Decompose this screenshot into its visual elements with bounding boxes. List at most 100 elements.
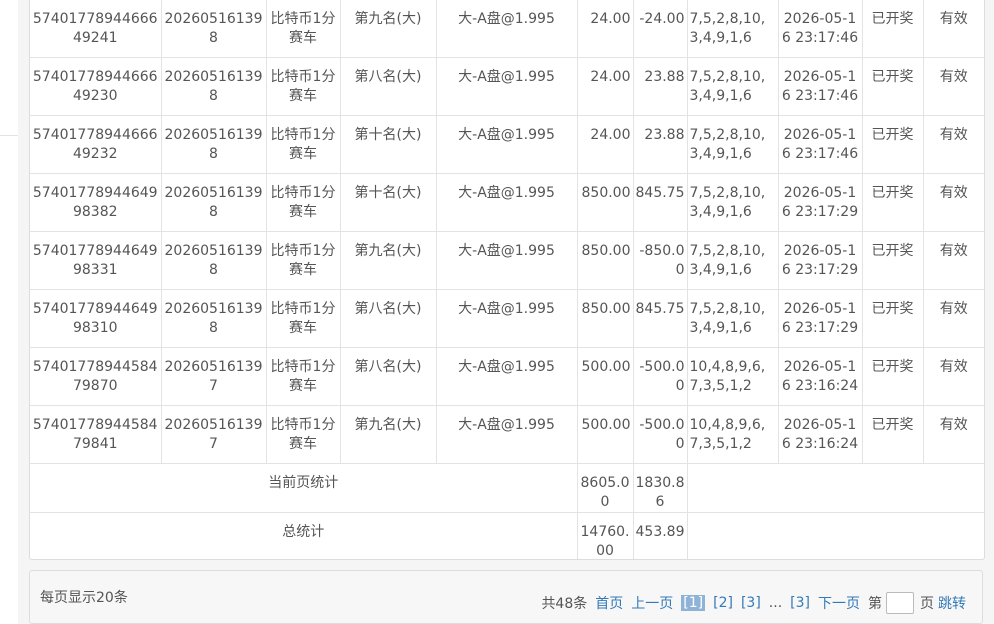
play-cell: 大-A盘@1.995 bbox=[436, 405, 578, 464]
page-summary-row: 当前页统计 8605.00 1830.86 bbox=[30, 463, 984, 513]
amount-cell: 24.00 bbox=[577, 115, 634, 174]
total-summary-win: 453.89 bbox=[633, 512, 688, 559]
status-cell: 已开奖 bbox=[862, 347, 924, 406]
page-link[interactable]: [3] bbox=[790, 595, 810, 611]
order-number-cell: 5740177894464998310 bbox=[30, 289, 162, 348]
bet-time-cell: 2026-05-16 23:17:46 bbox=[778, 0, 863, 58]
goto-prefix: 第 bbox=[868, 596, 882, 612]
position-cell: 第十名(大) bbox=[340, 173, 437, 232]
first-page-link[interactable]: 首页 bbox=[595, 593, 623, 613]
bet-time-cell: 2026-05-16 23:17:46 bbox=[778, 115, 863, 174]
table-row: 5740177894466649232 202605161398 比特币1分赛车 第十… bbox=[30, 115, 984, 174]
order-number-cell: 5740177894466649241 bbox=[30, 0, 162, 58]
validity-cell: 有效 bbox=[923, 0, 984, 58]
issue-cell: 202605161398 bbox=[161, 173, 267, 232]
jump-button[interactable]: 跳转 bbox=[938, 593, 966, 613]
order-number-cell: 5740177894458479870 bbox=[30, 347, 162, 406]
lottery-cell: 比特币1分赛车 bbox=[266, 405, 341, 464]
bet-time-cell: 2026-05-16 23:16:24 bbox=[778, 405, 863, 464]
position-cell: 第十名(大) bbox=[340, 115, 437, 174]
win-amount-cell: -850.00 bbox=[633, 231, 688, 290]
result-cell: 7,5,2,8,10,3,4,9,1,6 bbox=[687, 173, 779, 232]
table-row: 5740177894466649230 202605161398 比特币1分赛车 第八… bbox=[30, 57, 984, 116]
amount-cell: 24.00 bbox=[577, 0, 634, 58]
status-cell: 已开奖 bbox=[862, 115, 924, 174]
result-cell: 7,5,2,8,10,3,4,9,1,6 bbox=[687, 0, 779, 58]
order-number-cell: 5740177894458479841 bbox=[30, 405, 162, 464]
validity-cell: 有效 bbox=[923, 405, 984, 464]
pagination-bar: 每页显示20条 共48条 首页 上一页 [1] [2] [3]... [3] 下一页 … bbox=[29, 570, 983, 624]
bet-time-cell: 2026-05-16 23:17:46 bbox=[778, 57, 863, 116]
position-cell: 第八名(大) bbox=[340, 289, 437, 348]
validity-cell: 有效 bbox=[923, 347, 984, 406]
win-amount-cell: 23.88 bbox=[633, 57, 688, 116]
win-amount-cell: -24.00 bbox=[633, 0, 688, 58]
table-row: 5740177894458479841 202605161397 比特币1分赛车 第九… bbox=[30, 405, 984, 464]
position-cell: 第九名(大) bbox=[340, 0, 437, 58]
goto-suffix: 页 bbox=[920, 596, 934, 612]
position-cell: 第八名(大) bbox=[340, 347, 437, 406]
table-body: 5740177894466649241 202605161398 比特币1分赛车 第九… bbox=[30, 0, 984, 464]
win-amount-cell: 845.75 bbox=[633, 173, 688, 232]
bet-time-cell: 2026-05-16 23:17:29 bbox=[778, 289, 863, 348]
issue-cell: 202605161397 bbox=[161, 347, 267, 406]
result-cell: 10,4,8,9,6,7,3,5,1,2 bbox=[687, 347, 779, 406]
page-summary-label: 当前页统计 bbox=[30, 463, 578, 513]
sidebar-divider bbox=[0, 135, 18, 136]
issue-cell: 202605161398 bbox=[161, 231, 267, 290]
table-row: 5740177894458479870 202605161397 比特币1分赛车 第八… bbox=[30, 347, 984, 406]
bet-time-cell: 2026-05-16 23:16:24 bbox=[778, 347, 863, 406]
order-number-cell: 5740177894464998331 bbox=[30, 231, 162, 290]
order-number-cell: 5740177894464998382 bbox=[30, 173, 162, 232]
lottery-cell: 比特币1分赛车 bbox=[266, 115, 341, 174]
result-cell: 7,5,2,8,10,3,4,9,1,6 bbox=[687, 231, 779, 290]
page-summary-empty bbox=[687, 463, 984, 513]
win-amount-cell: -500.00 bbox=[633, 347, 688, 406]
goto-page-input[interactable] bbox=[886, 592, 914, 614]
issue-cell: 202605161398 bbox=[161, 289, 267, 348]
issue-cell: 202605161398 bbox=[161, 57, 267, 116]
lottery-cell: 比特币1分赛车 bbox=[266, 347, 341, 406]
next-page-link[interactable]: 下一页 bbox=[818, 593, 860, 613]
play-cell: 大-A盘@1.995 bbox=[436, 347, 578, 406]
win-amount-cell: 845.75 bbox=[633, 289, 688, 348]
table-row: 5740177894464998310 202605161398 比特币1分赛车 第八… bbox=[30, 289, 984, 348]
per-page-text: 每页显示20条 bbox=[40, 590, 128, 606]
play-cell: 大-A盘@1.995 bbox=[436, 289, 578, 348]
total-summary-amount: 14760.00 bbox=[577, 512, 634, 559]
amount-cell: 850.00 bbox=[577, 289, 634, 348]
validity-cell: 有效 bbox=[923, 231, 984, 290]
sidebar-edge bbox=[0, 0, 18, 624]
order-number-cell: 5740177894466649232 bbox=[30, 115, 162, 174]
amount-cell: 850.00 bbox=[577, 173, 634, 232]
validity-cell: 有效 bbox=[923, 173, 984, 232]
summary-body: 当前页统计 8605.00 1830.86 总统计 14760.00 453.8… bbox=[30, 463, 984, 559]
table-row: 5740177894466649241 202605161398 比特币1分赛车 第九… bbox=[30, 0, 984, 58]
table-row: 5740177894464998382 202605161398 比特币1分赛车 第十… bbox=[30, 173, 984, 232]
bet-records-panel: 5740177894466649241 202605161398 比特币1分赛车 第九… bbox=[29, 0, 985, 560]
page-link[interactable]: [3] bbox=[741, 595, 761, 611]
amount-cell: 850.00 bbox=[577, 231, 634, 290]
bet-time-cell: 2026-05-16 23:17:29 bbox=[778, 231, 863, 290]
page-summary-win: 1830.86 bbox=[633, 463, 688, 513]
page-summary-amount: 8605.00 bbox=[577, 463, 634, 513]
total-summary-label: 总统计 bbox=[30, 512, 578, 559]
result-cell: 7,5,2,8,10,3,4,9,1,6 bbox=[687, 289, 779, 348]
prev-page-link[interactable]: 上一页 bbox=[631, 593, 673, 613]
play-cell: 大-A盘@1.995 bbox=[436, 115, 578, 174]
status-cell: 已开奖 bbox=[862, 0, 924, 58]
play-cell: 大-A盘@1.995 bbox=[436, 0, 578, 58]
lottery-cell: 比特币1分赛车 bbox=[266, 57, 341, 116]
status-cell: 已开奖 bbox=[862, 289, 924, 348]
table-row: 5740177894464998331 202605161398 比特币1分赛车 第九… bbox=[30, 231, 984, 290]
lottery-cell: 比特币1分赛车 bbox=[266, 173, 341, 232]
total-summary-row: 总统计 14760.00 453.89 bbox=[30, 512, 984, 559]
amount-cell: 500.00 bbox=[577, 347, 634, 406]
order-number-cell: 5740177894466649230 bbox=[30, 57, 162, 116]
validity-cell: 有效 bbox=[923, 57, 984, 116]
amount-cell: 500.00 bbox=[577, 405, 634, 464]
page-link[interactable]: [2] bbox=[713, 595, 733, 611]
status-cell: 已开奖 bbox=[862, 173, 924, 232]
play-cell: 大-A盘@1.995 bbox=[436, 231, 578, 290]
current-page[interactable]: [1] bbox=[681, 595, 706, 611]
